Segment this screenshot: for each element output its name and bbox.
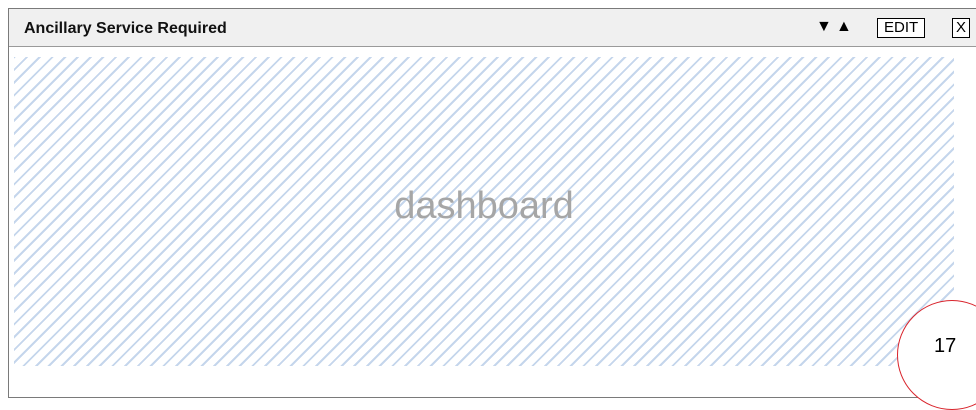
- dashboard-placeholder-label: dashboard: [394, 185, 574, 227]
- panel-title: Ancillary Service Required: [24, 20, 227, 37]
- move-up-icon[interactable]: ▲: [836, 18, 852, 36]
- dashboard-placeholder-area: dashboard: [14, 57, 954, 366]
- annotation-number: 17: [934, 335, 957, 357]
- edit-button[interactable]: EDIT: [877, 18, 926, 38]
- move-down-icon[interactable]: ▼: [816, 18, 832, 36]
- panel-header: Ancillary Service Required ▼ ▲ EDIT X: [9, 9, 976, 47]
- close-button[interactable]: X: [952, 18, 971, 38]
